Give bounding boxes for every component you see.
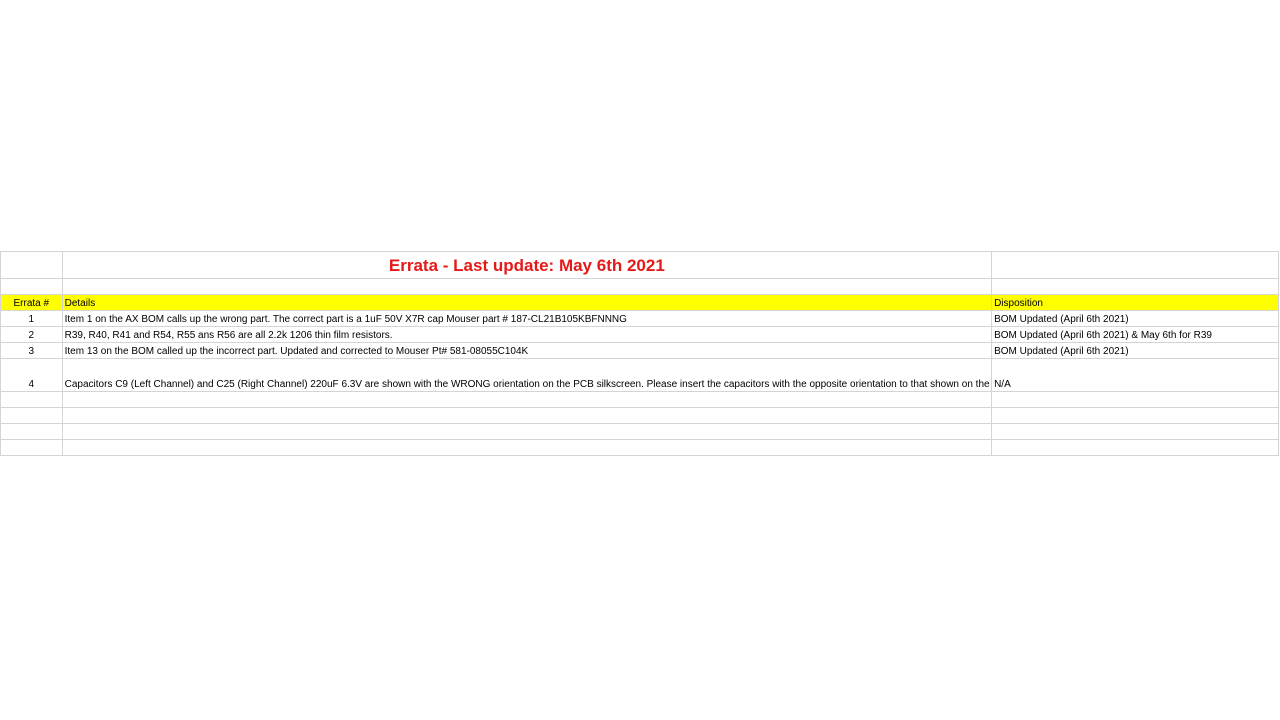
cell[interactable] bbox=[991, 439, 1279, 456]
empty-row bbox=[0, 423, 1279, 440]
details-cell[interactable]: Item 1 on the AX BOM calls up the wrong … bbox=[61, 310, 993, 327]
details-cell[interactable]: Item 13 on the BOM called up the incorre… bbox=[61, 342, 993, 359]
errata-number-cell[interactable]: 1 bbox=[0, 310, 63, 327]
cell[interactable] bbox=[991, 423, 1279, 440]
cell[interactable] bbox=[0, 439, 63, 456]
table-row: 4 Capacitors C9 (Left Channel) and C25 (… bbox=[0, 358, 1279, 392]
header-details[interactable]: Details bbox=[61, 294, 993, 311]
table-row: 1 Item 1 on the AX BOM calls up the wron… bbox=[0, 310, 1279, 327]
errata-sheet: Errata - Last update: May 6th 2021 Errat… bbox=[0, 251, 1279, 456]
header-errata-number[interactable]: Errata # bbox=[0, 294, 63, 311]
details-cell[interactable]: Capacitors C9 (Left Channel) and C25 (Ri… bbox=[61, 358, 993, 392]
disposition-cell[interactable]: BOM Updated (April 6th 2021) bbox=[991, 310, 1279, 327]
errata-number-cell[interactable]: 3 bbox=[0, 342, 63, 359]
cell[interactable] bbox=[61, 391, 993, 408]
cell[interactable] bbox=[0, 251, 63, 279]
cell[interactable] bbox=[991, 391, 1279, 408]
cell[interactable] bbox=[61, 439, 993, 456]
sheet-title[interactable]: Errata - Last update: May 6th 2021 bbox=[61, 251, 993, 279]
cell[interactable] bbox=[0, 391, 63, 408]
header-disposition[interactable]: Disposition bbox=[991, 294, 1279, 311]
disposition-cell[interactable]: N/A bbox=[991, 358, 1279, 392]
cell[interactable] bbox=[991, 251, 1279, 279]
empty-row bbox=[0, 391, 1279, 408]
empty-row bbox=[0, 407, 1279, 424]
errata-number-cell[interactable]: 4 bbox=[0, 358, 63, 392]
table-row: 3 Item 13 on the BOM called up the incor… bbox=[0, 342, 1279, 359]
cell[interactable] bbox=[61, 423, 993, 440]
errata-number-cell[interactable]: 2 bbox=[0, 326, 63, 343]
header-row: Errata # Details Disposition bbox=[0, 294, 1279, 311]
cell[interactable] bbox=[0, 278, 63, 295]
cell[interactable] bbox=[61, 278, 993, 295]
details-cell[interactable]: R39, R40, R41 and R54, R55 ans R56 are a… bbox=[61, 326, 993, 343]
cell[interactable] bbox=[61, 407, 993, 424]
title-row: Errata - Last update: May 6th 2021 bbox=[0, 251, 1279, 279]
empty-row bbox=[0, 439, 1279, 456]
disposition-cell[interactable]: BOM Updated (April 6th 2021) bbox=[991, 342, 1279, 359]
cell[interactable] bbox=[991, 407, 1279, 424]
cell[interactable] bbox=[991, 278, 1279, 295]
spacer-row bbox=[0, 278, 1279, 295]
table-row: 2 R39, R40, R41 and R54, R55 ans R56 are… bbox=[0, 326, 1279, 343]
disposition-cell[interactable]: BOM Updated (April 6th 2021) & May 6th f… bbox=[991, 326, 1279, 343]
cell[interactable] bbox=[0, 423, 63, 440]
cell[interactable] bbox=[0, 407, 63, 424]
